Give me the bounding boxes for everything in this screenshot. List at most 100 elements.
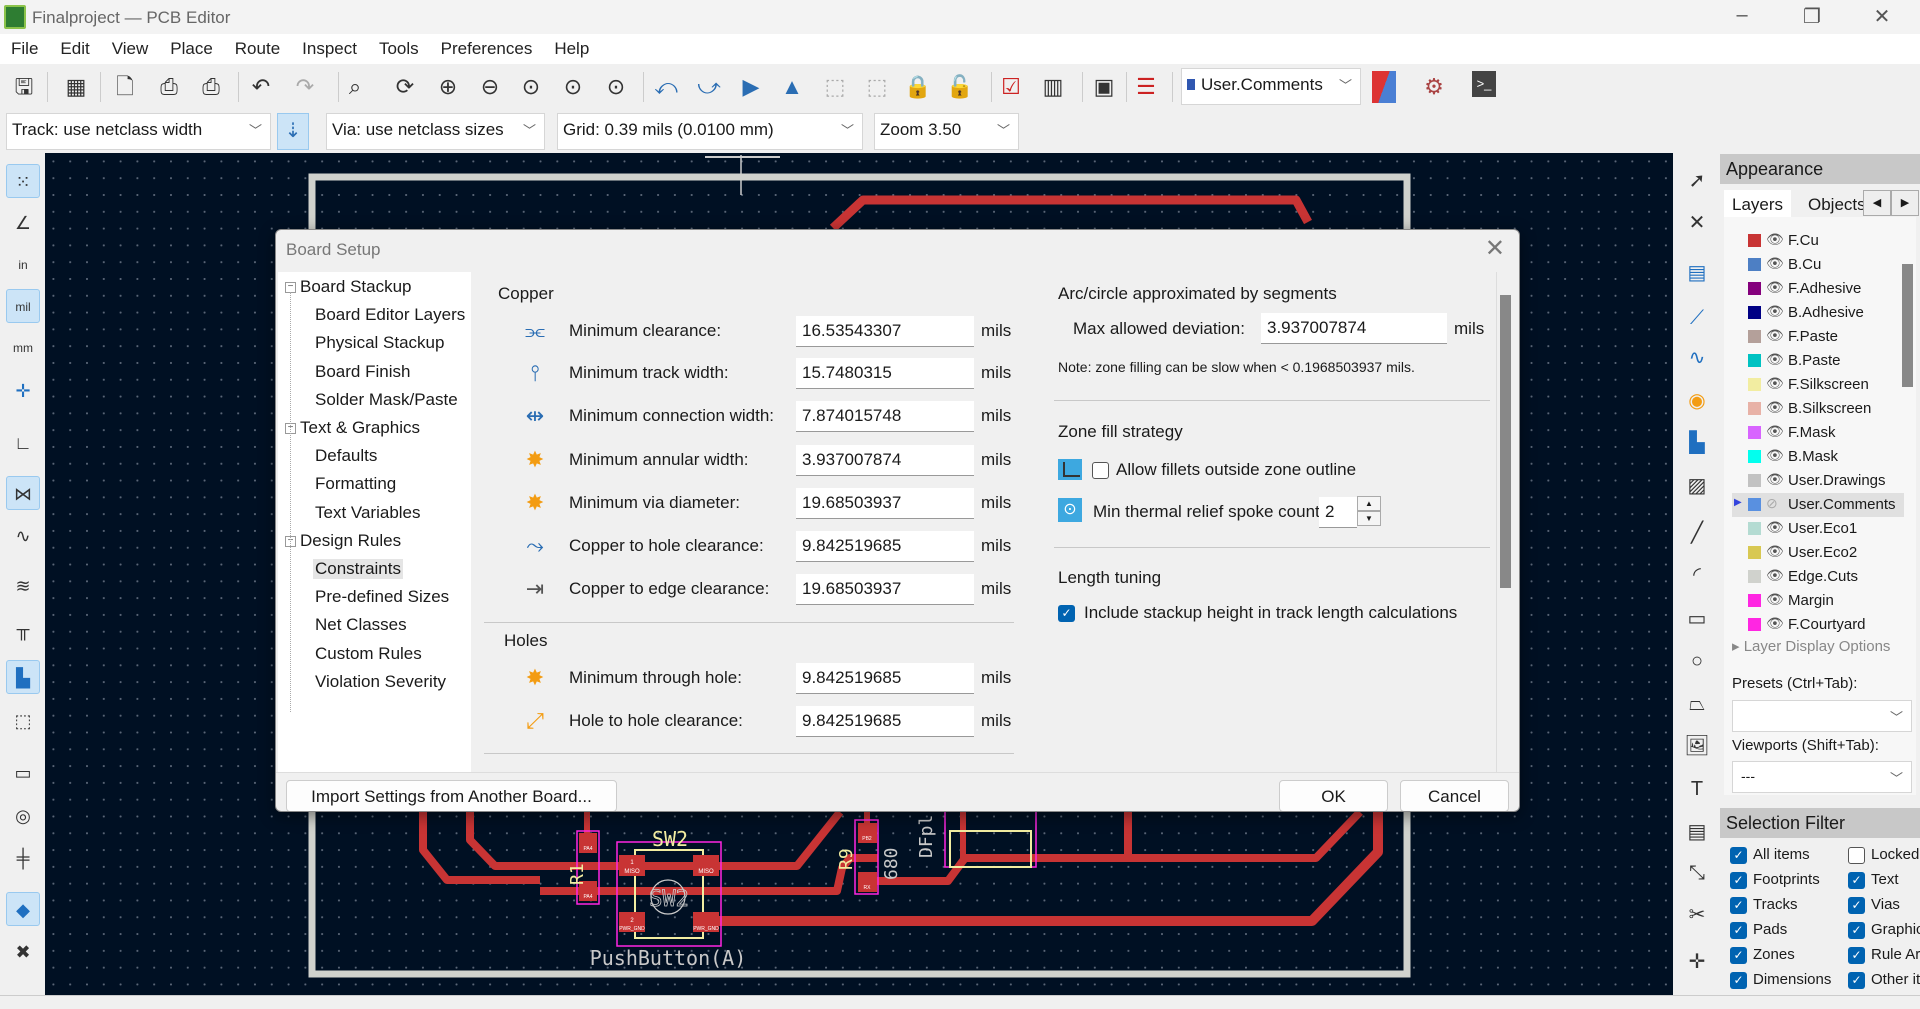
minimize-button[interactable]: – [1722,4,1762,27]
net-inspector-icon[interactable]: ▥ [1037,71,1069,103]
eye-icon[interactable]: 👁 [1766,567,1784,584]
rectangle-icon[interactable]: ▭ [1681,603,1713,635]
filter-checkbox[interactable]: ✓ [1848,872,1865,889]
high-contrast-icon[interactable]: ≋ [6,569,40,603]
layer-color-swatch[interactable] [1748,546,1761,559]
dialog-close-button[interactable]: ✕ [1485,234,1505,263]
filter-checkbox[interactable]: ✓ [1730,847,1747,864]
filter-checkbox[interactable]: ✓ [1848,972,1865,989]
menu-help[interactable]: Help [543,34,600,59]
layer-row-b-mask[interactable]: 👁 B.Mask [1732,445,1892,469]
close-window-button[interactable]: ✕ [1862,4,1902,29]
tree-item-custom-rules[interactable]: Custom Rules [315,644,422,664]
menu-view[interactable]: View [101,34,160,59]
tree-item-board-finish[interactable]: Board Finish [315,362,410,382]
layer-color-swatch[interactable] [1748,234,1761,247]
tree-item-board-editor-layers[interactable]: Board Editor Layers [315,305,465,325]
eye-icon[interactable]: 👁 [1766,375,1784,392]
zoom-selection-icon[interactable]: ⊙ [600,71,632,103]
copper-hole-clearance-input[interactable]: 9.842519685 [796,531,974,562]
min-clearance-input[interactable]: 16.53543307 [796,316,974,347]
filter-checkbox[interactable]: ✓ [1848,897,1865,914]
inches-icon[interactable]: in [6,248,40,282]
menu-edit[interactable]: Edit [49,34,100,59]
tree-item-design-rules[interactable]: Design Rules [300,531,401,551]
layer-row-user-eco2[interactable]: 👁 User.Eco2 [1732,541,1892,565]
layer-display-options-toggle[interactable]: ▸ Layer Display Options [1732,637,1890,655]
route-track-icon[interactable]: ⟋ [1681,302,1713,334]
zoom-out-icon[interactable]: ⊖ [474,71,506,103]
layer-row-f-paste[interactable]: 👁 F.Paste [1732,325,1892,349]
eye-icon[interactable]: 👁 [1766,351,1784,368]
layer-row-b-silkscreen[interactable]: 👁 B.Silkscreen [1732,397,1892,421]
tree-item-physical-stackup[interactable]: Physical Stackup [315,333,444,353]
save-icon[interactable]: 🖫 [8,71,40,103]
filter-checkbox[interactable]: ✓ [1730,947,1747,964]
layer-color-swatch[interactable] [1748,522,1761,535]
menu-file[interactable]: File [0,34,49,59]
zoom-in-icon[interactable]: ⊕ [432,71,464,103]
layer-row-user-drawings[interactable]: 👁 User.Drawings [1732,469,1892,493]
menu-place[interactable]: Place [159,34,224,59]
layer-row-user-eco1[interactable]: 👁 User.Eco1 [1732,517,1892,541]
min-annular-width-input[interactable]: 3.937007874 [796,445,974,476]
tree-item-text-variables[interactable]: Text Variables [315,503,421,523]
eye-icon[interactable]: 👁 [1766,423,1784,440]
via-size-select[interactable]: Via: use netclass sizes ﹀ [326,113,545,150]
grid-icon[interactable]: ⁙ [6,164,40,198]
console-icon[interactable]: >_ [1472,71,1496,97]
layer-row-b-cu[interactable]: 👁 B.Cu [1732,253,1892,277]
rotate-cw-icon[interactable]: ⤻ [693,71,725,103]
cursor-icon[interactable]: ✛ [6,374,40,408]
layer-row-f-cu[interactable]: 👁 F.Cu [1732,229,1892,253]
filter-checkbox[interactable]: ✓ [1848,922,1865,939]
curved-ratsnest-icon[interactable]: ∿ [6,519,40,553]
layer-color-swatch[interactable] [1748,594,1761,607]
board-setup-icon[interactable]: ▦ [60,71,92,103]
eye-icon[interactable]: 👁 [1766,399,1784,416]
layer-list-scrollbar[interactable] [1902,264,1913,387]
layer-color-swatch[interactable] [1748,282,1761,295]
layer-color-swatch[interactable] [1748,474,1761,487]
print-icon[interactable]: ⎙ [153,71,185,103]
unlock-icon[interactable]: 🔓 [944,71,976,103]
angle-icon[interactable]: ∟ [6,426,40,460]
eye-icon[interactable]: 👁 [1766,615,1784,632]
footprint-icon[interactable]: ▤ [1681,257,1713,289]
eye-icon[interactable]: 👁 [1766,519,1784,536]
min-via-diameter-input[interactable]: 19.68503937 [796,488,974,519]
restore-button[interactable]: ❐ [1792,4,1832,29]
layer-color-swatch[interactable] [1748,354,1761,367]
content-scrollbar[interactable] [1500,295,1511,588]
ratsnest-icon[interactable]: ⋈ [6,476,40,510]
tab-layers[interactable]: Layers [1724,190,1792,220]
layer-row-f-silkscreen[interactable]: 👁 F.Silkscreen [1732,373,1892,397]
layer-color-swatch[interactable] [1748,570,1761,583]
eye-icon[interactable]: 👁 [1766,231,1784,248]
layer-color-swatch[interactable] [1748,618,1761,631]
presets-select[interactable]: ﹀ [1732,700,1912,732]
route-local-ratsnest-icon[interactable]: ✕ [1681,207,1713,239]
millimeters-icon[interactable]: mm [6,331,40,365]
eye-icon[interactable]: 👁 [1766,255,1784,272]
tree-item-formatting[interactable]: Formatting [315,474,396,494]
properties-icon[interactable]: ✖ [6,935,40,969]
ungroup-icon[interactable]: ⬚ [861,71,893,103]
layer-pair-icon[interactable] [1372,71,1396,103]
filter-checkbox[interactable]: ✓ [1730,872,1747,889]
layer-row-f-mask[interactable]: 👁 F.Mask [1732,421,1892,445]
layer-row-edge-cuts[interactable]: 👁 Edge.Cuts [1732,565,1892,589]
textbox-icon[interactable]: ▤ [1681,816,1713,848]
delete-icon[interactable]: ✂ [1681,899,1713,931]
eye-icon[interactable]: 👁 [1766,327,1784,344]
copper-edge-clearance-input[interactable]: 19.68503937 [796,574,974,605]
rotate-ccw-icon[interactable]: ⤺ [650,71,682,103]
layer-color-swatch[interactable] [1748,258,1761,271]
zone-icon[interactable]: ▙ [1681,427,1713,459]
tree-item-solder-mask-paste[interactable]: Solder Mask/Paste [315,390,458,410]
auto-track-width-toggle[interactable]: ⇣ [277,113,309,150]
layer-row-margin[interactable]: 👁 Margin [1732,589,1892,613]
filter-checkbox[interactable] [1848,847,1865,864]
hole-hole-clearance-input[interactable]: 9.842519685 [796,706,974,737]
tree-item-defaults[interactable]: Defaults [315,446,377,466]
